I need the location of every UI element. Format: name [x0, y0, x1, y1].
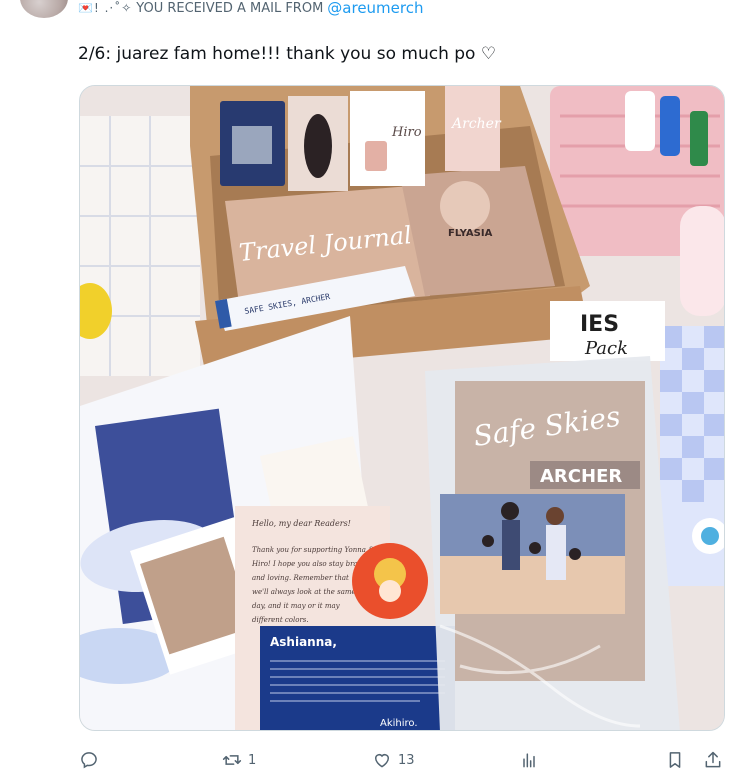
flyasia-text: FLYASIA — [448, 228, 493, 239]
reply-icon — [81, 752, 97, 769]
hiro-card-text: Hiro — [391, 125, 422, 140]
tweet-text: 2/6: juarez fam home!!! thank you so muc… — [78, 44, 497, 64]
like-button[interactable]: 13 — [372, 745, 415, 775]
pack-sign-1: IES — [580, 312, 619, 337]
retweet-button[interactable]: 1 — [222, 745, 256, 775]
letter-line-2: Hiro! I hope you also stay brave — [251, 560, 366, 568]
retweet-icon — [222, 755, 242, 765]
bookmark-button[interactable] — [665, 745, 685, 775]
book-subtitle: ARCHER — [540, 466, 622, 487]
bookmark-icon — [669, 752, 681, 768]
like-count: 13 — [398, 752, 415, 768]
letter-line-1: Thank you for supporting Yonna & — [252, 546, 374, 554]
heart-icon — [375, 754, 389, 768]
blue-card-sign: Akihiro. — [380, 718, 418, 729]
letter-line-5: day, and it may or it may — [252, 602, 341, 610]
avatar[interactable] — [20, 0, 68, 18]
views-button[interactable] — [519, 745, 545, 775]
tweet-photo[interactable]: Travel Journal FLYASIA Hiro Archer SAFE … — [79, 85, 725, 731]
reply-button[interactable] — [79, 745, 105, 775]
received-text: YOU RECEIVED A MAIL FROM — [136, 0, 324, 16]
retweet-count: 1 — [248, 752, 257, 768]
analytics-icon — [523, 753, 535, 768]
decoration-emoji: 💌! .·˚✧ — [78, 1, 133, 15]
letter-line-3: and loving. Remember that — [252, 574, 349, 582]
pack-sign-2: Pack — [584, 338, 628, 359]
letter-greeting: Hello, my dear Readers! — [251, 519, 351, 528]
share-icon — [705, 751, 721, 768]
share-button[interactable] — [703, 745, 723, 775]
mention-link[interactable]: @areumerch — [327, 0, 423, 17]
blue-card-name: Ashianna, — [270, 635, 337, 649]
archer-card-text: Archer — [450, 116, 502, 132]
quoted-header: 💌! .·˚✧ YOU RECEIVED A MAIL FROM @areume… — [78, 0, 424, 17]
letter-line-6: different colors. — [252, 616, 309, 624]
letter-line-4: we'll always look at the same — [252, 588, 356, 596]
action-bar: 1 13 — [79, 745, 725, 775]
